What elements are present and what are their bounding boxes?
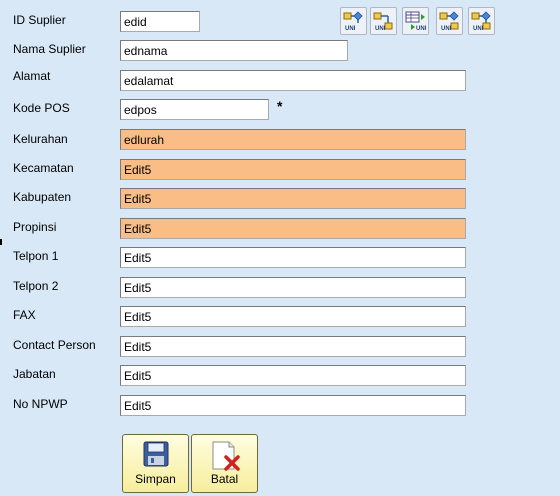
label-kode-pos: Kode POS xyxy=(13,101,70,115)
fax-input[interactable] xyxy=(120,306,466,327)
telpon-2-input[interactable] xyxy=(120,277,466,298)
db-grid-transfer-icon[interactable]: UNI xyxy=(402,7,429,35)
window-edge-marker xyxy=(0,239,2,245)
cancel-button-label: Batal xyxy=(210,472,239,486)
svg-text:UNI: UNI xyxy=(441,26,452,32)
telpon-1-input[interactable] xyxy=(120,247,466,268)
label-jabatan: Jabatan xyxy=(13,367,56,381)
svg-text:UNI: UNI xyxy=(345,26,356,32)
floppy-disk-icon xyxy=(143,441,169,467)
label-telpon-2: Telpon 2 xyxy=(13,279,59,293)
label-propinsi: Propinsi xyxy=(13,220,57,234)
cancel-document-icon xyxy=(212,441,240,471)
required-marker: * xyxy=(277,98,283,114)
id-suplier-input[interactable] xyxy=(120,11,200,32)
label-kecamatan: Kecamatan xyxy=(13,161,74,175)
kabupaten-input[interactable] xyxy=(120,188,466,209)
label-fax: FAX xyxy=(13,308,36,322)
cancel-button[interactable]: Batal xyxy=(191,434,258,493)
kode-pos-input[interactable] xyxy=(120,99,269,120)
label-id-suplier: ID Suplier xyxy=(13,13,66,27)
jabatan-input[interactable] xyxy=(120,365,466,386)
alamat-input[interactable] xyxy=(120,70,466,91)
contact-person-input[interactable] xyxy=(120,336,466,357)
db-link-uni-icon[interactable]: UNI xyxy=(370,7,397,35)
label-kelurahan: Kelurahan xyxy=(13,132,68,146)
no-npwp-input[interactable] xyxy=(120,395,466,416)
svg-text:UNI: UNI xyxy=(416,26,427,32)
label-telpon-1: Telpon 1 xyxy=(13,249,59,263)
nama-suplier-input[interactable] xyxy=(120,40,348,61)
save-button[interactable]: Simpan xyxy=(122,434,189,493)
label-no-npwp: No NPWP xyxy=(13,397,68,411)
propinsi-input[interactable] xyxy=(120,218,466,239)
svg-text:UNI: UNI xyxy=(375,26,386,32)
svg-text:UNI: UNI xyxy=(473,26,484,32)
db-link-uni-icon[interactable]: UNI xyxy=(468,7,495,35)
label-contact-person: Contact Person xyxy=(13,338,96,352)
kecamatan-input[interactable] xyxy=(120,159,466,180)
db-link-uni-icon[interactable]: UNI xyxy=(340,7,367,35)
label-alamat: Alamat xyxy=(13,69,51,83)
save-button-label: Simpan xyxy=(135,472,176,486)
label-nama-suplier: Nama Suplier xyxy=(13,42,86,56)
db-link-uni-icon[interactable]: UNI xyxy=(436,7,463,35)
label-kabupaten: Kabupaten xyxy=(13,190,72,204)
kelurahan-input[interactable] xyxy=(120,129,466,150)
